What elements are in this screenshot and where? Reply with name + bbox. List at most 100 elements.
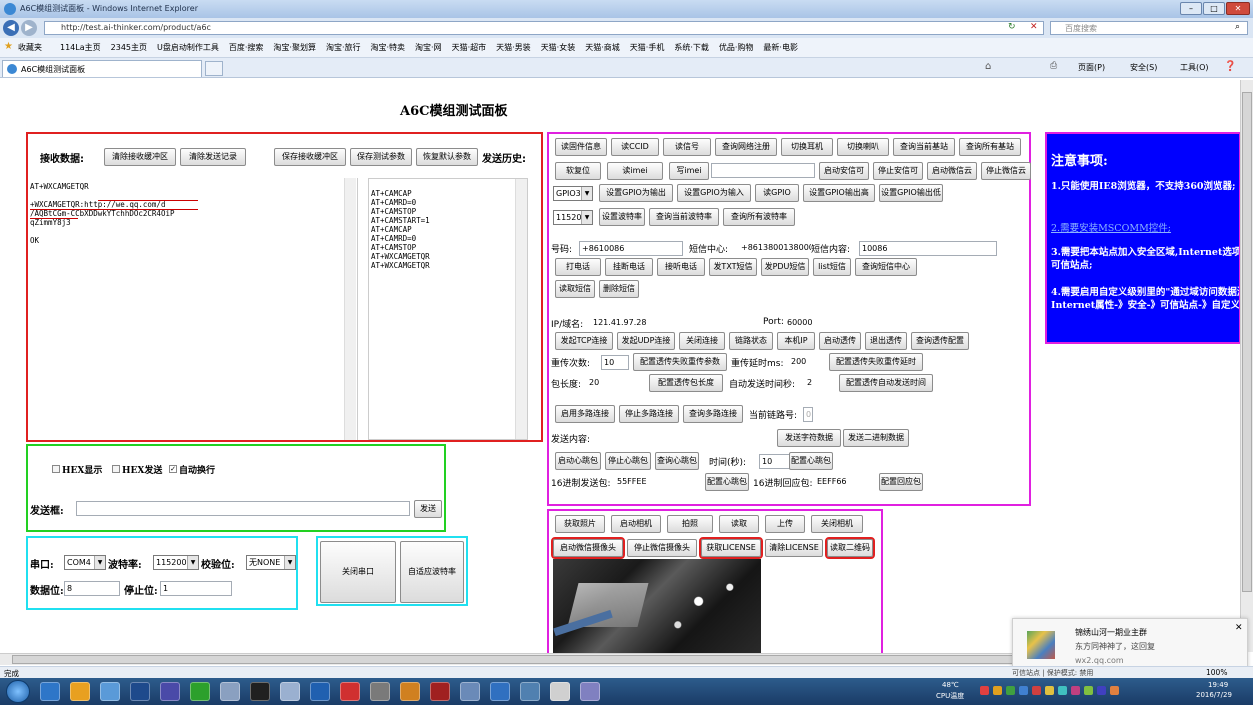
auto-newline-checkbox[interactable]: ✓ [169, 465, 177, 473]
tray-icon[interactable] [1110, 686, 1119, 695]
camera-row2-button-3[interactable]: 清除LICENSE [765, 539, 823, 557]
phone-input[interactable]: +8610086 [579, 241, 683, 256]
hex-show-checkbox[interactable] [52, 465, 60, 473]
clock-date[interactable]: 2016/7/29 [1196, 691, 1232, 699]
favorite-item[interactable]: 淘宝·聚划算 [273, 43, 316, 52]
write-imei-button[interactable]: 写imei [669, 162, 709, 180]
tray-icon[interactable] [1019, 686, 1028, 695]
taskbar-app-icon[interactable] [220, 682, 240, 701]
tcp-button-3[interactable]: 链路状态 [729, 332, 773, 350]
heartbeat-button-2[interactable]: 查询心跳包 [655, 452, 699, 470]
tray-icon[interactable] [1045, 686, 1054, 695]
favorite-item[interactable]: 天猫·商城 [585, 43, 620, 52]
safety-menu[interactable]: 安全(S) [1130, 62, 1157, 73]
hex-send-checkbox[interactable] [112, 465, 120, 473]
heartbeat-config2-button[interactable]: 配置心跳包 [705, 473, 749, 491]
auto-send-input[interactable]: 2 [805, 376, 835, 391]
taskbar-app-icon[interactable] [490, 682, 510, 701]
new-tab-button[interactable] [205, 61, 223, 76]
tcp-button-7[interactable]: 查询透传配置 [911, 332, 969, 350]
soft-reset-button[interactable]: 软复位 [555, 162, 601, 180]
camera-row1-button-0[interactable]: 获取照片 [555, 515, 605, 533]
camera-row1-button-5[interactable]: 关闭相机 [811, 515, 863, 533]
port-input[interactable]: 60000 [785, 316, 845, 331]
baud-select[interactable]: 115200 ▼ [153, 555, 199, 570]
taskbar-app-icon[interactable] [580, 682, 600, 701]
call-button-5[interactable]: list短信 [813, 258, 851, 276]
clock-time[interactable]: 19:49 [1208, 681, 1228, 689]
receive-textarea[interactable]: AT+WXCAMGETQR +WXCAMGETQR:http://we.qq.c… [28, 178, 358, 440]
gpio-button-4[interactable]: 设置GPIO输出低 [879, 184, 943, 202]
sms-button-1[interactable]: 删除短信 [599, 280, 639, 298]
ip-input[interactable]: 121.41.97.28 [591, 316, 749, 331]
favorite-item[interactable]: 淘宝·网 [415, 43, 442, 52]
help-icon[interactable]: ❓ [1224, 61, 1236, 72]
camera-row2-button-4[interactable]: 读取二维码 [825, 537, 875, 559]
send-binary-button[interactable]: 发送二进制数据 [843, 429, 909, 447]
databits-input[interactable]: 8 [64, 581, 120, 596]
address-field[interactable]: http://test.ai-thinker.com/product/a6c [44, 21, 1044, 35]
gpio-button-2[interactable]: 读GPIO [755, 184, 799, 202]
heartbeat-button-1[interactable]: 停止心跳包 [605, 452, 651, 470]
baud-button-0[interactable]: 设置波特率 [599, 208, 645, 226]
multi-button-2[interactable]: 查询多路连接 [683, 405, 743, 423]
favorite-item[interactable]: 天猫·超市 [452, 43, 487, 52]
print-icon[interactable]: ⎙ [1050, 61, 1057, 71]
stopbits-input[interactable]: 1 [160, 581, 232, 596]
baud-button-2[interactable]: 查询所有波特率 [723, 208, 795, 226]
favorite-item[interactable]: 淘宝·旅行 [326, 43, 361, 52]
imei-input[interactable] [711, 163, 815, 178]
page-scrollbar[interactable] [1240, 80, 1253, 652]
time-input[interactable]: 10 [759, 454, 791, 469]
taskbar-app-icon[interactable] [400, 682, 420, 701]
send-button[interactable]: 发送 [414, 500, 442, 518]
tcp-button-5[interactable]: 启动透传 [819, 332, 861, 350]
ctrl-row2b-button-1[interactable]: 停止安信可 [873, 162, 923, 180]
favorite-item[interactable]: 淘宝·特卖 [371, 43, 406, 52]
tcp-button-6[interactable]: 退出透传 [865, 332, 907, 350]
ctrl-row2b-button-2[interactable]: 启动微信云 [927, 162, 977, 180]
home-icon[interactable]: ⌂ [985, 61, 991, 72]
history-textarea[interactable]: AT+CAMCAP AT+CAMRD=0 AT+CAMSTOP AT+CAMST… [368, 178, 528, 440]
tab-current[interactable]: A6C模组测试面板 [2, 60, 202, 77]
sms-center-input[interactable]: +8613800138000 [739, 241, 811, 256]
auto-baud-button[interactable]: 自适应波特率 [400, 541, 464, 603]
favorite-item[interactable]: 百度·搜索 [229, 43, 264, 52]
camera-row1-button-1[interactable]: 启动相机 [611, 515, 661, 533]
camera-row1-button-3[interactable]: 读取 [719, 515, 759, 533]
forward-button[interactable]: ▶ [21, 20, 37, 36]
clear-recv-button[interactable]: 清除接收缓冲区 [104, 148, 176, 166]
ctrl-row1-button-6[interactable]: 查询当前基站 [893, 138, 955, 156]
send-content-input[interactable] [593, 431, 773, 446]
search-field[interactable]: 百度搜索 ⌕ [1050, 21, 1248, 35]
camera-row1-button-4[interactable]: 上传 [765, 515, 805, 533]
gpio-button-1[interactable]: 设置GPIO为输入 [677, 184, 751, 202]
status-zoom[interactable]: 100% [1206, 668, 1227, 677]
gpio-button-0[interactable]: 设置GPIO为输出 [599, 184, 673, 202]
read-imei-button[interactable]: 读imei [607, 162, 663, 180]
favorite-item[interactable]: 优品·购物 [719, 43, 754, 52]
tools-menu[interactable]: 工具(O) [1180, 62, 1209, 73]
ctrl-row2b-button-0[interactable]: 启动安信可 [819, 162, 869, 180]
favorite-item[interactable]: 114La主页 [60, 43, 101, 52]
camera-row2-button-2[interactable]: 获取LICENSE [699, 537, 763, 559]
taskbar-app-icon[interactable] [100, 682, 120, 701]
favorite-item[interactable]: 最新·电影 [763, 43, 798, 52]
camera-row2-button-0[interactable]: 启动微信摄像头 [551, 537, 625, 559]
tray-icon[interactable] [993, 686, 1002, 695]
history-scrollbar[interactable] [515, 179, 527, 439]
sms-button-0[interactable]: 读取短信 [555, 280, 595, 298]
taskbar-app-icon[interactable] [190, 682, 210, 701]
ctrl-row1-button-0[interactable]: 读固件信息 [555, 138, 607, 156]
taskbar-app-icon[interactable] [370, 682, 390, 701]
parity-select[interactable]: 无NONE ▼ [246, 555, 296, 570]
stop-icon[interactable]: ✕ [1030, 22, 1038, 32]
send-string-button[interactable]: 发送字符数据 [777, 429, 841, 447]
hex-resp-input[interactable]: EEFF66 [815, 475, 875, 490]
favorite-item[interactable]: 天猫·手机 [630, 43, 665, 52]
tcp-button-1[interactable]: 发起UDP连接 [617, 332, 675, 350]
taskbar-app-icon[interactable] [280, 682, 300, 701]
restore-defaults-button[interactable]: 恢复默认参数 [416, 148, 478, 166]
tray-icon[interactable] [1032, 686, 1041, 695]
ctrl-row1-button-2[interactable]: 读信号 [663, 138, 711, 156]
